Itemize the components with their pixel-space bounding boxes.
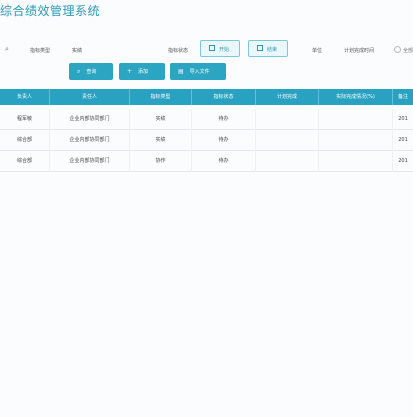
table-cell: 企业内部协同部门 (50, 109, 130, 130)
table-cell: 实绩 (130, 109, 192, 130)
table-row[interactable]: 程军敏 企业内部协同部门 实绩 待办 201 (0, 109, 413, 130)
table-cell: 201 (398, 116, 408, 122)
add-button[interactable]: + 添加 (119, 63, 165, 80)
table-cell (256, 130, 319, 151)
table-cell: 企业内部协同部门 (50, 151, 130, 172)
table-cell: 企业内部协同部门 (50, 130, 130, 151)
table-cell: 综合部 (0, 151, 50, 172)
column-header[interactable]: 计划完成 (256, 89, 319, 105)
end-date-button[interactable]: 结束 (248, 40, 288, 57)
column-header[interactable]: 负责人 (0, 89, 50, 105)
end-date-label: 结束 (267, 47, 278, 53)
all-radio-label: 全部 (403, 48, 413, 54)
search-icon[interactable]: ⌕ (5, 45, 9, 54)
table-cell: 程军敏 (0, 109, 50, 130)
table-cell (256, 151, 319, 172)
add-button-label: 添加 (138, 69, 149, 75)
calendar-icon (209, 45, 215, 51)
action-button-row: ⌕ 查询 + 添加 ▤ 导入文件 (0, 63, 413, 81)
type-label: 指标类型 (30, 48, 51, 54)
title-bar: 综合绩效管理系统 (0, 0, 413, 26)
start-date-label: 开始 (219, 47, 230, 53)
table-cell: 待办 (192, 109, 256, 130)
table-cell: 协作 (130, 151, 192, 172)
calendar-icon (257, 45, 263, 51)
start-date-button[interactable]: 开始 (200, 40, 240, 57)
table-row[interactable]: 综合部 企业内部协同部门 实绩 待办 201 (0, 130, 413, 151)
table-cell (256, 109, 319, 130)
search-button[interactable]: ⌕ 查询 (69, 63, 113, 80)
table-cell (319, 130, 393, 151)
table-cell: 201 (398, 158, 408, 164)
table-cell (319, 109, 393, 130)
filter-row: ⌕ 指标类型 实绩 指标状态 开始 结束 单位 计划完成时间 全部 (0, 38, 413, 62)
import-button-label: 导入文件 (189, 69, 210, 75)
file-icon: ▤ (178, 68, 184, 75)
table-cell: 待办 (192, 130, 256, 151)
table-header: 负责人 责任人 指标类型 指标状态 计划完成 实际完成情况(%) 备注 (0, 89, 413, 105)
type-select[interactable]: 实绩 (72, 47, 82, 54)
search-button-label: 查询 (86, 69, 97, 75)
column-header[interactable]: 指标类型 (130, 89, 192, 105)
table-cell: 实绩 (130, 130, 192, 151)
table-row[interactable]: 综合部 企业内部协同部门 协作 待办 201 (0, 151, 413, 172)
table-cell: 综合部 (0, 130, 50, 151)
app-title: 综合绩效管理系统 (0, 4, 101, 18)
search-icon: ⌕ (77, 68, 81, 75)
plan-time-label: 计划完成时间 (344, 48, 375, 54)
column-header[interactable]: 实际完成情况(%) (319, 89, 393, 105)
table-cell: 待办 (192, 151, 256, 172)
status-label: 指标状态 (168, 48, 189, 54)
table-cell (319, 151, 393, 172)
unit-label: 单位 (312, 48, 323, 54)
column-header[interactable]: 指标状态 (192, 89, 256, 105)
column-header[interactable]: 责任人 (50, 89, 130, 105)
plus-icon: + (127, 68, 133, 75)
table-cell: 201 (398, 137, 408, 143)
import-button[interactable]: ▤ 导入文件 (170, 63, 226, 80)
column-header[interactable]: 备注 (393, 89, 413, 105)
all-radio[interactable] (394, 46, 401, 53)
